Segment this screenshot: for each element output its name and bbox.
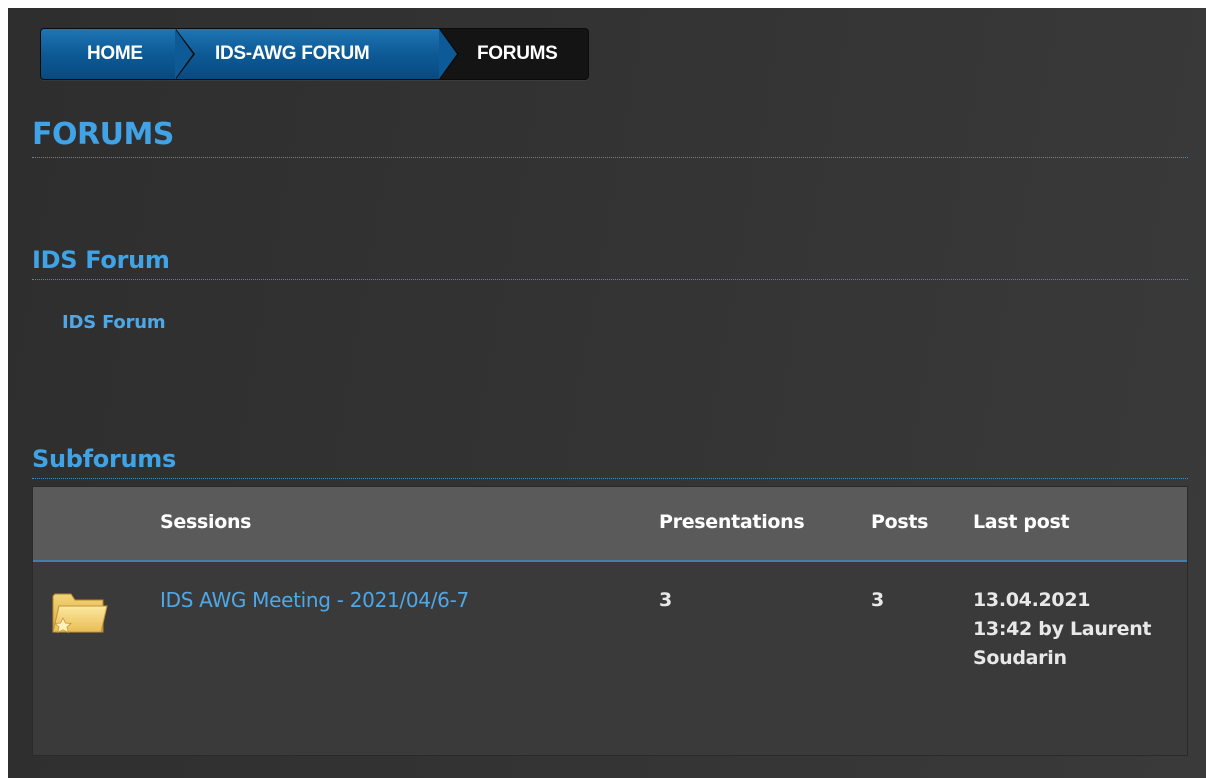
breadcrumb: HOME IDS-AWG FORUM FORUMS (40, 28, 589, 80)
table-row: IDS AWG Meeting - 2021/04/6-7 3 3 13.04.… (33, 562, 1187, 755)
page: HOME IDS-AWG FORUM FORUMS FORUMS IDS For… (8, 8, 1206, 778)
page-title: FORUMS (32, 116, 1188, 158)
column-header-posts: Posts (871, 511, 929, 533)
posts-count: 3 (871, 589, 884, 611)
ids-forum-link[interactable]: IDS Forum (62, 312, 166, 333)
breadcrumb-home[interactable]: HOME (41, 29, 195, 79)
breadcrumb-forums[interactable]: FORUMS (439, 29, 588, 79)
ids-forum-heading: IDS Forum (32, 244, 1188, 280)
column-header-sessions: Sessions (160, 511, 252, 533)
presentations-count: 3 (659, 589, 672, 611)
subforums-table: Sessions Presentations Posts Last post I… (32, 486, 1188, 756)
subforums-heading: Subforums (32, 443, 1188, 479)
breadcrumb-ids-awg-forum[interactable]: IDS-AWG FORUM (175, 29, 459, 79)
last-post-info: 13.04.2021 13:42 by Laurent Soudarin (973, 589, 1152, 669)
folder-star-icon (49, 584, 109, 638)
column-header-presentations: Presentations (659, 511, 805, 533)
session-link[interactable]: IDS AWG Meeting - 2021/04/6-7 (160, 586, 469, 615)
table-header: Sessions Presentations Posts Last post (33, 487, 1187, 562)
column-header-last-post: Last post (973, 511, 1070, 533)
